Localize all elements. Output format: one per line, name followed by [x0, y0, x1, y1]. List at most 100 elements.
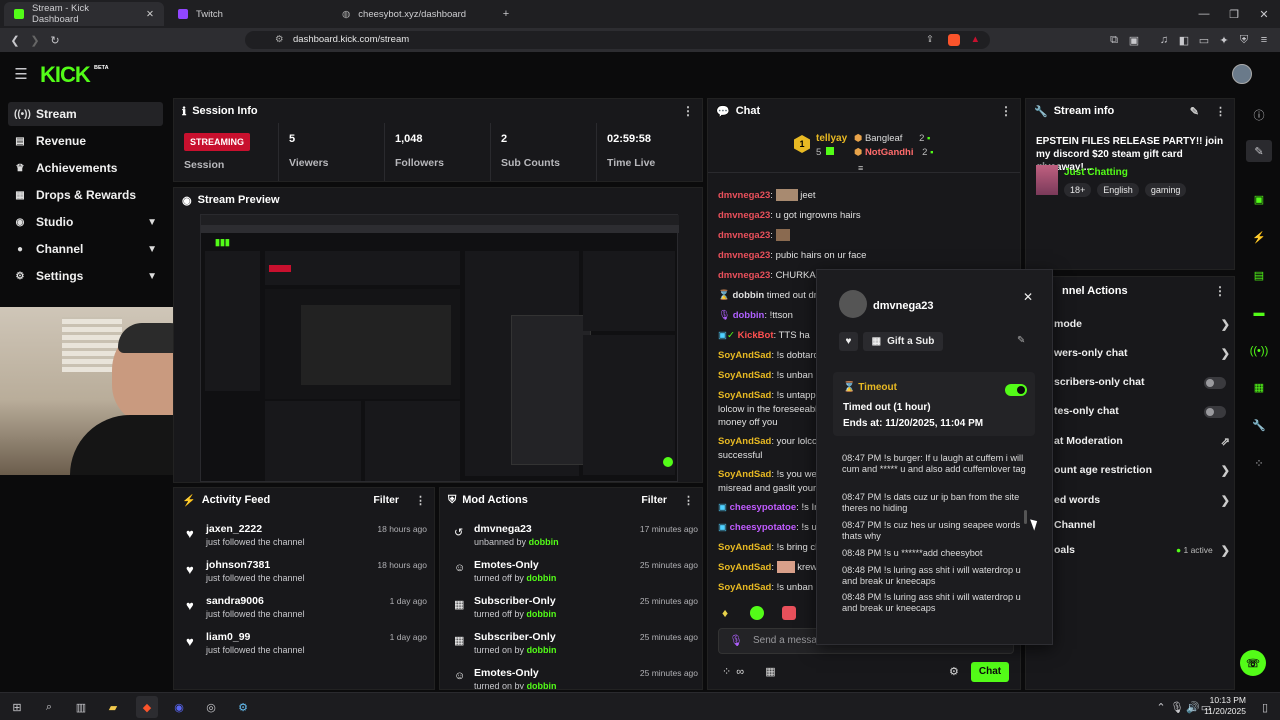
clock-date[interactable]: 11/20/2025 [1200, 706, 1246, 716]
discord-icon[interactable]: ◉ [170, 698, 188, 716]
channel-action-followers-only[interactable]: wers-only chat ❯ [1040, 342, 1230, 364]
chat-username[interactable]: dobbin [732, 290, 764, 301]
channel-action-banned-words[interactable]: ed words ❯ [1040, 489, 1230, 511]
support-icon[interactable]: ☏ [1240, 650, 1266, 676]
channel-action-subscribers-only[interactable]: scribers-only chat [1040, 371, 1230, 393]
chat-username[interactable]: SoyAndSad [718, 582, 771, 593]
chat-username[interactable]: SoyAndSad [718, 370, 771, 381]
kick-logo[interactable]: KICK [40, 62, 91, 88]
emote-quick-2[interactable] [750, 606, 764, 620]
more-options-icon[interactable]: ⋮ [1214, 284, 1226, 298]
username[interactable]: jaxen_2222 [206, 523, 262, 535]
file-explorer-icon[interactable]: ▰ [104, 698, 122, 716]
back-icon[interactable]: ❮ [8, 32, 22, 48]
url-field[interactable]: ⚙ dashboard.kick.com/stream ⇪ ▲ [245, 31, 990, 49]
category-name[interactable]: Just Chatting [1064, 167, 1128, 178]
sidebar-item-achievements[interactable]: ♛ Achievements [8, 156, 163, 180]
speaker-icon[interactable]: 🔊 [1186, 699, 1200, 715]
chat-username[interactable]: SoyAndSad [718, 562, 771, 573]
chat-username[interactable]: SoyAndSad [718, 350, 771, 361]
close-icon[interactable]: ✕ [1023, 290, 1033, 304]
dots-icon[interactable]: ⁘ [722, 666, 731, 678]
info-icon[interactable]: ⓘ [1248, 106, 1270, 124]
more-options-icon[interactable]: ⋮ [683, 494, 694, 507]
gift-icon[interactable]: ▦ [765, 666, 775, 678]
sidebar-item-revenue[interactable]: ▤ Revenue [8, 129, 163, 153]
avatar[interactable] [1232, 64, 1252, 84]
tab-cheesybot[interactable]: ◍ cheesybot.xyz/dashboard [332, 2, 492, 26]
windows-start-icon[interactable]: ⊞ [8, 698, 26, 716]
media-icon[interactable]: ♫ [1156, 32, 1172, 48]
sidebar-item-drops-rewards[interactable]: ▦ Drops & Rewards [8, 183, 163, 207]
leo-icon[interactable]: ✦ [1216, 32, 1232, 48]
tab-twitch[interactable]: Twitch [168, 2, 328, 26]
wallet-icon[interactable]: ▭ [1196, 32, 1212, 48]
sidebar-item-channel[interactable]: ● Channel ▼ [8, 237, 163, 261]
search-icon[interactable]: ⌕ [40, 698, 58, 716]
steam-icon[interactable]: ⚙ [234, 698, 252, 716]
emote-quick-3[interactable] [782, 606, 796, 620]
chat-username[interactable]: dobbin [733, 310, 765, 321]
chat-username[interactable]: dmvnega23 [718, 270, 770, 281]
shield-icon[interactable]: ▣ [1248, 190, 1270, 208]
new-tab-icon[interactable]: + [498, 6, 514, 22]
follow-button[interactable]: ♥ [839, 332, 858, 351]
more-options-icon[interactable]: ⋮ [1000, 104, 1012, 118]
forward-icon[interactable]: ❯ [28, 32, 42, 48]
username[interactable]: sandra9006 [206, 595, 264, 607]
chat-username[interactable]: SoyAndSad [718, 469, 771, 480]
edit-layout-icon[interactable]: ✎ [1246, 140, 1272, 162]
broadcast-icon[interactable]: ((•)) [1248, 342, 1270, 360]
sidebar-item-stream[interactable]: ((•)) Stream [8, 102, 163, 126]
user-card-name[interactable]: dmvnega23 [873, 300, 934, 312]
top-gifter-2[interactable]: ⬢ NotGandhi 2 ▪ [854, 147, 933, 158]
sidebar-item-studio[interactable]: ◉ Studio ▼ [8, 210, 163, 234]
subscribers-only-toggle[interactable] [1204, 377, 1226, 389]
stream-preview-video[interactable]: ▮▮▮ [200, 214, 679, 482]
reload-icon[interactable]: ↻ [48, 32, 62, 48]
channel-action-chat-moderation[interactable]: at Moderation ⇗ [1040, 430, 1230, 452]
restore-icon[interactable]: ❐ [1226, 6, 1242, 22]
menu-icon[interactable]: ≡ [1256, 32, 1272, 48]
emote-quick-1[interactable]: ♦ [722, 606, 728, 620]
media-icon[interactable]: ▦ [1248, 378, 1270, 396]
moderator-name[interactable]: dobbin [529, 537, 559, 547]
channel-action-goals[interactable]: oals ● 1 active ❯ [1040, 539, 1230, 561]
brave-shield-icon[interactable] [948, 34, 960, 46]
channel-action-mode[interactable]: mode ❯ [1040, 313, 1230, 335]
category-thumbnail[interactable] [1036, 165, 1058, 195]
more-options-icon[interactable]: ⋮ [1215, 105, 1226, 118]
sidebar-item-settings[interactable]: ⚙ Settings ▼ [8, 264, 163, 288]
notifications-icon[interactable]: ▯ [1258, 699, 1272, 715]
channel-action-emotes-only[interactable]: tes-only chat [1040, 400, 1230, 422]
moderator-name[interactable]: dobbin [526, 609, 556, 619]
timeout-toggle[interactable] [1005, 384, 1027, 396]
bolt-icon[interactable]: ⚡ [1248, 228, 1270, 246]
filter-button[interactable]: Filter [641, 494, 667, 506]
filter-button[interactable]: Filter [373, 494, 399, 506]
tab-kick-dashboard[interactable]: Stream - Kick Dashboard ✕ [4, 2, 164, 26]
more-options-icon[interactable]: ⋮ [415, 494, 426, 507]
extensions-icon[interactable]: ⧉ [1106, 32, 1122, 48]
chat-username[interactable]: dmvnega23 [718, 230, 770, 241]
chat-icon[interactable]: ▬ [1248, 304, 1270, 322]
edit-icon[interactable]: ✎ [1190, 105, 1199, 118]
close-tab-icon[interactable]: ✕ [146, 9, 154, 20]
moderator-name[interactable]: dobbin [527, 681, 557, 689]
chat-username[interactable]: cheesypotatoe [730, 502, 797, 513]
top-gifter-1[interactable]: ⬢ Bangleaf 2 ▪ [854, 133, 930, 144]
channel-action-channel[interactable]: Channel [1040, 514, 1230, 536]
screenshot-icon[interactable]: ▣ [1126, 32, 1142, 48]
obs-icon[interactable]: ◎ [202, 698, 220, 716]
tag[interactable]: gaming [1144, 183, 1187, 197]
chat-username[interactable]: dmvnega23 [718, 210, 770, 221]
username[interactable]: liam0_99 [206, 631, 250, 643]
chat-settings-icon[interactable]: ⚙ [949, 665, 959, 678]
brave-icon[interactable]: ◆ [136, 696, 158, 718]
chat-username[interactable]: SoyAndSad [718, 436, 771, 447]
chat-username[interactable]: cheesypotatoe [730, 522, 797, 533]
share-icon[interactable]: ⁘ [1248, 454, 1270, 472]
infinity-icon[interactable]: ∞ [736, 666, 744, 678]
chat-username[interactable]: dmvnega23 [718, 190, 770, 201]
microphone-icon[interactable]: 🎙 [1170, 699, 1184, 715]
